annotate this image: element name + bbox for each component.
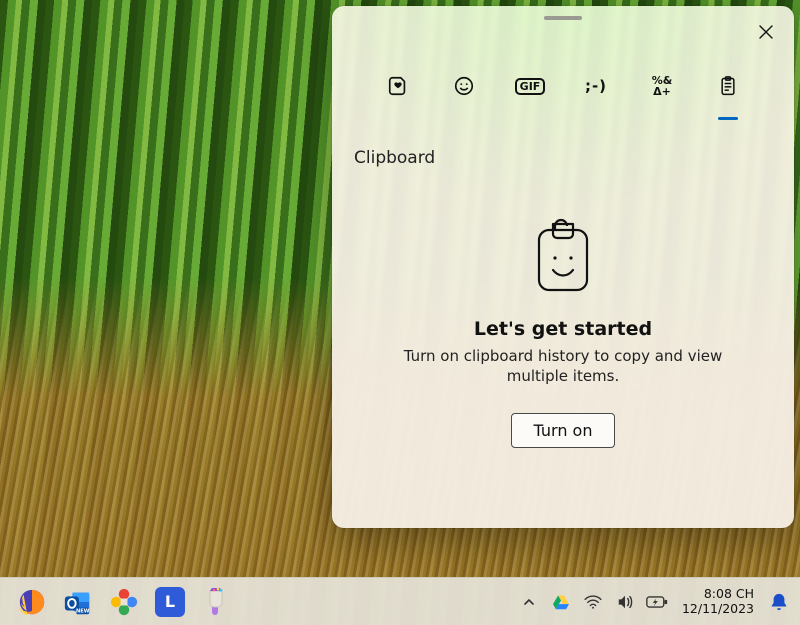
wifi-icon [584,595,602,609]
taskbar-app-paint[interactable] [194,582,238,622]
symbols-icon: %& Δ+ [652,75,673,97]
turn-on-button[interactable]: Turn on [511,413,616,448]
tray-battery[interactable] [646,591,668,613]
clipboard-panel: GIF ;-) %& Δ+ Clipboard Let's get starte… [332,6,794,528]
tab-emoji[interactable] [444,66,484,106]
tray-volume[interactable] [614,591,636,613]
clipboard-empty-state: Let's get started Turn on clipboard hist… [332,218,794,448]
paint-icon [202,587,230,617]
firefox-icon [17,587,47,617]
taskbar-apps: NEW L [10,582,238,622]
l-app-letter: L [165,592,175,611]
clock-time: 8:08 CH [682,587,754,601]
clipboard-smile-icon [531,218,595,298]
taskbar-app-google-photos[interactable] [102,582,146,622]
panel-tabs: GIF ;-) %& Δ+ [332,66,794,106]
taskbar-app-firefox[interactable] [10,582,54,622]
bell-icon [770,592,788,612]
tray-notifications[interactable] [768,591,790,613]
svg-text:NEW: NEW [76,608,90,614]
gif-icon: GIF [515,78,546,95]
google-drive-icon [552,594,570,610]
system-tray: 8:08 CH 12/11/2023 [518,587,790,616]
section-title: Clipboard [354,148,435,168]
tab-clipboard[interactable] [708,66,748,106]
chevron-up-icon [523,596,535,608]
l-app-icon: L [155,587,185,617]
tray-wifi[interactable] [582,591,604,613]
tab-gif[interactable]: GIF [510,66,550,106]
outlook-icon: NEW [63,587,93,617]
google-photos-icon [110,588,138,616]
taskbar: NEW L [0,577,800,625]
clock-date: 12/11/2023 [682,602,754,616]
tab-symbols[interactable]: %& Δ+ [642,66,682,106]
close-icon [759,25,773,39]
taskbar-clock[interactable]: 8:08 CH 12/11/2023 [682,587,754,616]
empty-body: Turn on clipboard history to copy and vi… [374,346,752,387]
smile-icon [453,75,475,97]
close-button[interactable] [752,18,780,46]
tab-recent[interactable] [378,66,418,106]
empty-heading: Let's get started [474,318,652,340]
clipboard-icon [718,75,738,97]
panel-grabber[interactable] [544,16,582,20]
taskbar-app-outlook[interactable]: NEW [56,582,100,622]
taskbar-app-l[interactable]: L [148,582,192,622]
tab-kaomoji[interactable]: ;-) [576,66,616,106]
battery-icon [646,595,668,609]
heart-note-icon [387,75,409,97]
tray-drive[interactable] [550,591,572,613]
volume-icon [616,594,634,610]
tray-overflow-button[interactable] [518,591,540,613]
kaomoji-icon: ;-) [585,77,607,95]
